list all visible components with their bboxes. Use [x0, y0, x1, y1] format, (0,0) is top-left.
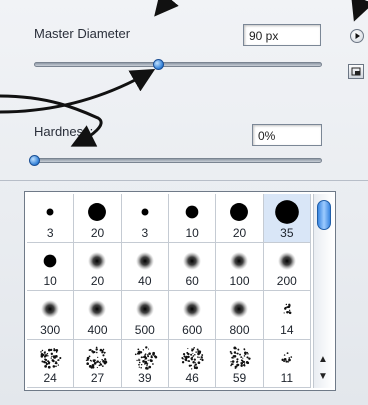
new-preset-button[interactable] — [348, 64, 364, 79]
brush-size-label: 20 — [90, 274, 105, 288]
brush-preset-item[interactable]: 20 — [216, 194, 264, 243]
brush-preset-item[interactable]: 600 — [168, 291, 217, 340]
brush-preset-item[interactable]: 10 — [168, 194, 217, 243]
brush-size-label: 46 — [185, 371, 199, 385]
brush-size-label: 10 — [185, 225, 199, 240]
section-divider — [0, 180, 368, 181]
annotation-arrow — [351, 0, 368, 22]
round-brush-icon — [88, 203, 107, 221]
brush-preset-item[interactable]: 200 — [263, 242, 311, 291]
brush-preset-item[interactable]: 27 — [74, 339, 122, 388]
scrollbar-thumb[interactable] — [317, 200, 331, 230]
brush-preset-item[interactable]: 300 — [27, 291, 75, 340]
brush-size-label: 100 — [229, 274, 250, 288]
round-brush-icon — [135, 251, 154, 270]
brush-preset-item[interactable]: 35 — [263, 194, 311, 243]
brush-preset-item[interactable]: 400 — [74, 291, 122, 340]
round-brush-icon — [41, 300, 60, 318]
round-brush-icon — [230, 300, 249, 318]
brush-size-label: 300 — [40, 322, 61, 337]
brush-preset-item[interactable]: 20 — [74, 194, 122, 243]
brush-size-label: 35 — [280, 225, 294, 240]
brush-size-label: 24 — [43, 371, 57, 385]
round-brush-icon — [183, 300, 202, 318]
brush-size-label: 800 — [229, 322, 250, 337]
brush-preset-item[interactable]: 100 — [216, 242, 264, 291]
brush-size-label: 60 — [185, 274, 199, 288]
splatter-brush-icon — [134, 345, 158, 370]
brush-preset-item[interactable]: 20 — [74, 242, 122, 291]
brush-size-label: 200 — [276, 274, 297, 288]
round-brush-icon — [277, 251, 296, 270]
round-brush-icon — [46, 208, 54, 216]
round-brush-icon — [185, 205, 199, 219]
hardness-label: Hardness: — [34, 124, 94, 139]
round-brush-icon — [141, 208, 149, 216]
master-diameter-slider-thumb[interactable] — [152, 59, 164, 70]
brush-size-label: 11 — [280, 371, 294, 385]
brush-size-label: 500 — [134, 322, 155, 337]
brush-size-label: 10 — [43, 274, 57, 288]
brush-size-label: 400 — [87, 322, 108, 337]
brush-size-label: 40 — [138, 274, 152, 288]
brush-size-label: 20 — [90, 225, 105, 240]
splatter-brush-icon — [283, 303, 292, 315]
annotation-arrow — [0, 69, 156, 114]
brush-preset-item[interactable]: 14 — [263, 291, 311, 340]
vertical-scrollbar[interactable]: ▲ ▼ — [313, 194, 333, 388]
brush-preset-item[interactable]: 39 — [121, 339, 169, 388]
splatter-brush-icon — [281, 351, 292, 363]
master-diameter-label: Master Diameter — [34, 26, 131, 41]
brush-preset-item[interactable]: 24 — [27, 339, 75, 388]
preset-grid: 3 20 3 10 20 35 10 20 40 60 100 200 300 400 500 600 800 1… — [27, 194, 311, 388]
brush-preset-item[interactable]: 10 — [27, 242, 75, 291]
splatter-brush-icon — [40, 347, 62, 369]
master-diameter-field[interactable]: 90 px — [243, 24, 321, 46]
brush-preset-item[interactable]: 59 — [216, 339, 264, 388]
brush-preset-item[interactable]: 3 — [121, 194, 169, 243]
preset-list: 3 20 3 10 20 35 10 20 40 60 100 200 300 400 500 600 800 1… — [24, 191, 336, 391]
round-brush-icon — [43, 254, 57, 267]
hardness-slider-thumb[interactable] — [29, 155, 40, 166]
panel-menu-button[interactable] — [350, 29, 364, 43]
brush-size-label: 20 — [232, 225, 247, 240]
brush-preset-item[interactable]: 500 — [121, 291, 169, 340]
brush-size-label: 3 — [141, 225, 149, 240]
round-brush-icon — [274, 200, 299, 224]
brush-size-label: 3 — [46, 225, 54, 240]
round-brush-icon — [88, 300, 107, 318]
brush-preset-item[interactable]: 60 — [168, 242, 217, 291]
brush-preset-item[interactable]: 46 — [168, 339, 217, 388]
brush-preset-item[interactable]: 40 — [121, 242, 169, 291]
brush-preset-panel: Master Diameter 90 px Hardness: 0% 3 20 3 1… — [0, 0, 368, 405]
round-brush-icon — [88, 251, 107, 270]
brush-preset-item[interactable]: 800 — [216, 291, 264, 340]
splatter-brush-icon — [181, 346, 204, 370]
splatter-brush-icon — [230, 346, 252, 369]
play-triangle-icon — [355, 33, 360, 39]
brush-size-label: 39 — [138, 371, 152, 385]
splatter-brush-icon — [86, 346, 108, 369]
master-diameter-slider-track[interactable] — [34, 62, 322, 67]
brush-size-label: 27 — [90, 371, 105, 385]
hardness-slider-track[interactable] — [34, 158, 322, 163]
scroll-down-arrow-icon[interactable]: ▼ — [318, 371, 328, 382]
brush-preset-item[interactable]: 3 — [27, 194, 75, 243]
new-preset-icon — [351, 67, 361, 76]
round-brush-icon — [183, 251, 202, 270]
brush-size-label: 59 — [232, 371, 247, 385]
round-brush-icon — [230, 203, 249, 221]
hardness-field[interactable]: 0% — [252, 124, 322, 146]
round-brush-icon — [230, 251, 249, 270]
brush-size-label: 600 — [182, 322, 203, 337]
annotation-arrow — [154, 0, 179, 17]
scroll-up-arrow-icon[interactable]: ▲ — [318, 354, 328, 365]
round-brush-icon — [135, 300, 154, 318]
brush-size-label: 14 — [280, 322, 294, 337]
brush-preset-item[interactable]: 11 — [263, 339, 311, 388]
